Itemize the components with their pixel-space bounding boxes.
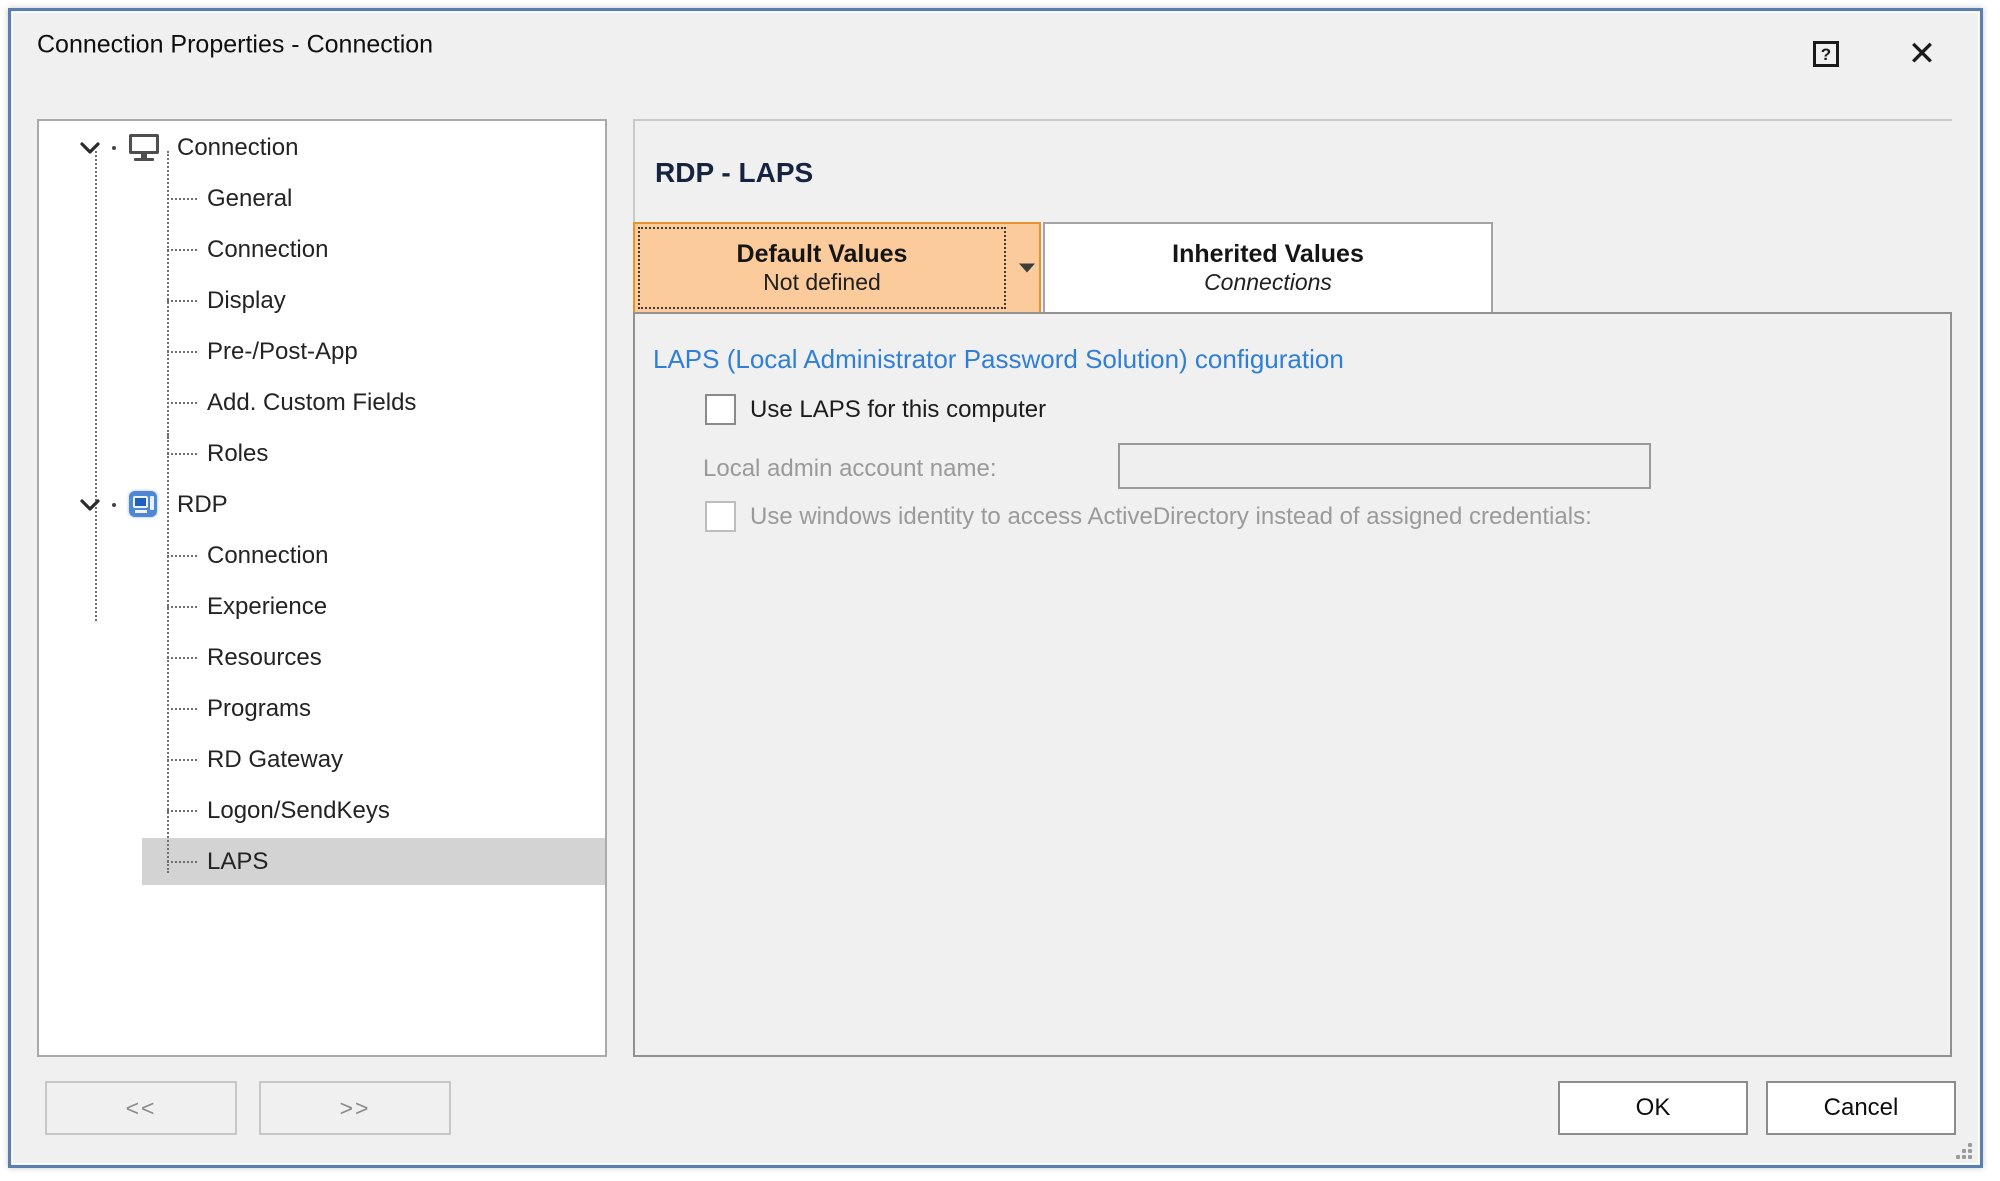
tree-connector-h [167,708,197,710]
next-button[interactable]: >> [259,1081,451,1135]
tree-connector-h [167,351,197,353]
tree-dot-separator [112,503,116,507]
tree-item-label: Experience [207,592,328,620]
chevron-down-icon[interactable] [79,494,101,516]
tree-item-display[interactable]: Display [39,275,605,326]
tree-item-label: Roles [207,439,269,467]
local-admin-account-input[interactable] [1118,443,1651,489]
tree-connector-h [167,300,197,302]
close-icon: ✕ [1907,35,1937,73]
tree-item-label: Pre-/Post-App [207,337,358,365]
tree-item-label: RDP [177,490,228,518]
help-button[interactable]: ? [1802,33,1850,75]
tree-connector-h [167,657,197,659]
close-button[interactable]: ✕ [1898,33,1946,75]
use-laps-checkbox[interactable] [705,394,736,425]
tree-connector-h [167,198,197,200]
tree-connector-branch-rdp [167,433,169,873]
tree-item-label: Connection [177,133,299,161]
tab-inherited-values-title: Inherited Values [1172,239,1364,268]
tree-item-label: Add. Custom Fields [207,388,417,416]
dialog-window: Connection Properties - Connection ? ✕ C [8,8,1983,1168]
windows-identity-row[interactable]: Use windows identity to access ActiveDir… [705,501,1592,532]
tree-item-add-custom-fields[interactable]: Add. Custom Fields [39,377,605,428]
tab-default-values-title: Default Values [736,239,908,268]
tree-item-experience[interactable]: Experience [39,581,605,632]
tree-item-label: Connection [207,541,329,569]
page-title: RDP - LAPS [655,157,814,188]
local-admin-account-label: Local admin account name: [703,455,997,482]
tree-item-rdp-group[interactable]: RDP [39,479,605,530]
tree-item-rdp-connection[interactable]: Connection [39,530,605,581]
tab-inherited-values[interactable]: Inherited Values Connections [1043,222,1493,314]
tree-item-label: Programs [207,694,312,722]
tree-connector-h [167,861,197,863]
tree-item-label: Logon/SendKeys [207,796,390,824]
tree-item-label: Display [207,286,286,314]
settings-pane: RDP - LAPS Default Values Not defined In… [633,119,1952,1057]
tab-default-values-subtitle: Not defined [763,269,881,296]
tree-item-logon-sendkeys[interactable]: Logon/SendKeys [39,785,605,836]
tree-item-programs[interactable]: Programs [39,683,605,734]
cancel-button[interactable]: Cancel [1766,1081,1956,1135]
tree-item-rd-gateway[interactable]: RD Gateway [39,734,605,785]
tree-connector-root [95,151,97,621]
settings-tree[interactable]: Connection General Connection Display Pr… [37,119,607,1057]
tree-connector-branch-connection [167,151,169,439]
help-icon: ? [1813,41,1839,67]
tab-default-values[interactable]: Default Values Not defined [633,222,1041,314]
tree-connector-h [167,555,197,557]
tree-connector-h [167,759,197,761]
value-scope-tabs: Default Values Not defined Inherited Val… [633,222,1493,314]
tree-item-pre-post-app[interactable]: Pre-/Post-App [39,326,605,377]
tree-item-laps[interactable]: LAPS [39,836,605,887]
tree-item-connection-group[interactable]: Connection [39,122,605,173]
tree-connector-h [167,606,197,608]
tree-item-roles[interactable]: Roles [39,428,605,479]
tree-connector-h [167,810,197,812]
resize-grip[interactable] [1950,1137,1972,1159]
tree-item-label: LAPS [207,847,269,875]
tab-inherited-values-subtitle: Connections [1204,269,1332,296]
windows-identity-checkbox[interactable] [705,501,736,532]
dialog-window-inner: Connection Properties - Connection ? ✕ C [12,12,1979,1164]
monitor-icon [129,134,159,161]
tree-dot-separator [112,146,116,150]
tree-connector-h [167,402,197,404]
tree-item-resources[interactable]: Resources [39,632,605,683]
chevron-down-icon[interactable] [1019,263,1035,273]
tree-item-label: Resources [207,643,322,671]
pane-header: RDP - LAPS [633,119,1952,222]
previous-button[interactable]: << [45,1081,237,1135]
tree-item-label: General [207,184,293,212]
use-laps-row[interactable]: Use LAPS for this computer [705,394,1046,425]
tree-item-general[interactable]: General [39,173,605,224]
title-bar: Connection Properties - Connection ? ✕ [13,13,1978,77]
window-title: Connection Properties - Connection [37,30,434,59]
tree-connector-h [167,249,197,251]
group-title: LAPS (Local Administrator Password Solut… [653,344,1344,374]
tree-item-connection[interactable]: Connection [39,224,605,275]
ok-button[interactable]: OK [1558,1081,1748,1135]
laps-settings-panel: LAPS (Local Administrator Password Solut… [633,312,1952,1057]
windows-identity-label: Use windows identity to access ActiveDir… [750,502,1592,530]
chevron-down-icon[interactable] [79,137,101,159]
tree-item-label: Connection [207,235,329,263]
tree-connector-h [167,453,197,455]
rdp-icon [129,491,159,517]
use-laps-label: Use LAPS for this computer [750,395,1047,423]
tree-item-label: RD Gateway [207,745,344,773]
